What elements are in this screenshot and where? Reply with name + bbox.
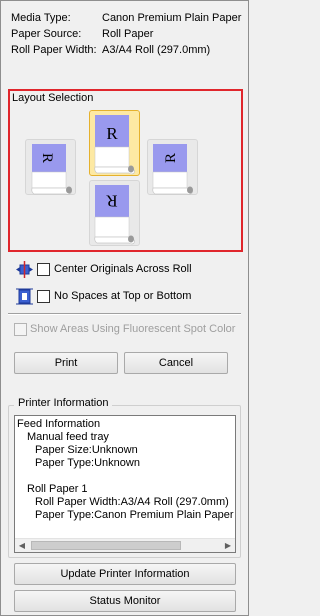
fluorescent-label[interactable]: Show Areas Using Fluorescent Spot Color: [30, 323, 235, 335]
info-line: Manual feed tray: [27, 431, 109, 443]
cancel-button[interactable]: Cancel: [124, 352, 228, 374]
center-originals-checkbox[interactable]: [37, 263, 50, 276]
layout-option-bottom[interactable]: R: [89, 180, 140, 246]
layout-letter-bottom: R: [106, 192, 118, 211]
paper-source-label: Paper Source:: [11, 28, 82, 40]
info-line: Paper Type:Unknown: [35, 457, 140, 469]
scroll-left-icon[interactable]: ◀: [15, 539, 29, 552]
no-spaces-checkbox[interactable]: [37, 290, 50, 303]
layout-selection-title: Layout Selection: [12, 92, 94, 104]
layout-option-top[interactable]: R: [89, 110, 140, 176]
media-type-label: Media Type:: [11, 12, 71, 24]
roll-width-value: A3/A4 Roll (297.0mm): [102, 44, 211, 56]
roll-width-row: Roll Paper Width: A3/A4 Roll (297.0mm): [11, 43, 243, 57]
info-line: Roll Paper Width:A3/A4 Roll (297.0mm): [35, 496, 229, 508]
scroll-right-icon[interactable]: ▶: [221, 539, 235, 552]
print-button[interactable]: Print: [14, 352, 118, 374]
layout-letter-right: R: [163, 153, 179, 163]
info-line: Paper Type:Canon Premium Plain Paper 80: [35, 509, 236, 521]
info-line: Roll Paper 1: [27, 483, 88, 495]
layout-option-left[interactable]: R: [25, 139, 76, 195]
printer-information-title: Printer Information: [14, 397, 113, 409]
info-line: Paper Size:Unknown: [35, 444, 138, 456]
no-spaces-label[interactable]: No Spaces at Top or Bottom: [54, 290, 191, 302]
fluorescent-checkbox[interactable]: [14, 323, 27, 336]
roll-width-label: Roll Paper Width:: [11, 44, 97, 56]
no-spaces-icon: [16, 288, 33, 305]
update-printer-information-button[interactable]: Update Printer Information: [14, 563, 236, 585]
center-originals-label[interactable]: Center Originals Across Roll: [54, 263, 192, 275]
printer-information-list[interactable]: Feed Information Manual feed tray Paper …: [14, 415, 236, 553]
layout-option-right[interactable]: R: [147, 139, 198, 195]
layout-letter-left: R: [39, 153, 55, 163]
status-monitor-button[interactable]: Status Monitor: [14, 590, 236, 612]
paper-source-row: Paper Source: Roll Paper: [11, 27, 243, 41]
paper-source-value: Roll Paper: [102, 28, 154, 40]
media-type-value: Canon Premium Plain Paper ...: [102, 12, 245, 24]
horizontal-scrollbar[interactable]: ◀ ▶: [15, 538, 235, 552]
info-line: Feed Information: [17, 418, 101, 430]
separator: [8, 313, 241, 315]
scrollbar-thumb[interactable]: [31, 541, 181, 550]
layout-letter-top: R: [106, 124, 118, 143]
media-type-row: Media Type: Canon Premium Plain Paper ..…: [11, 11, 245, 25]
center-originals-icon: [16, 261, 33, 278]
